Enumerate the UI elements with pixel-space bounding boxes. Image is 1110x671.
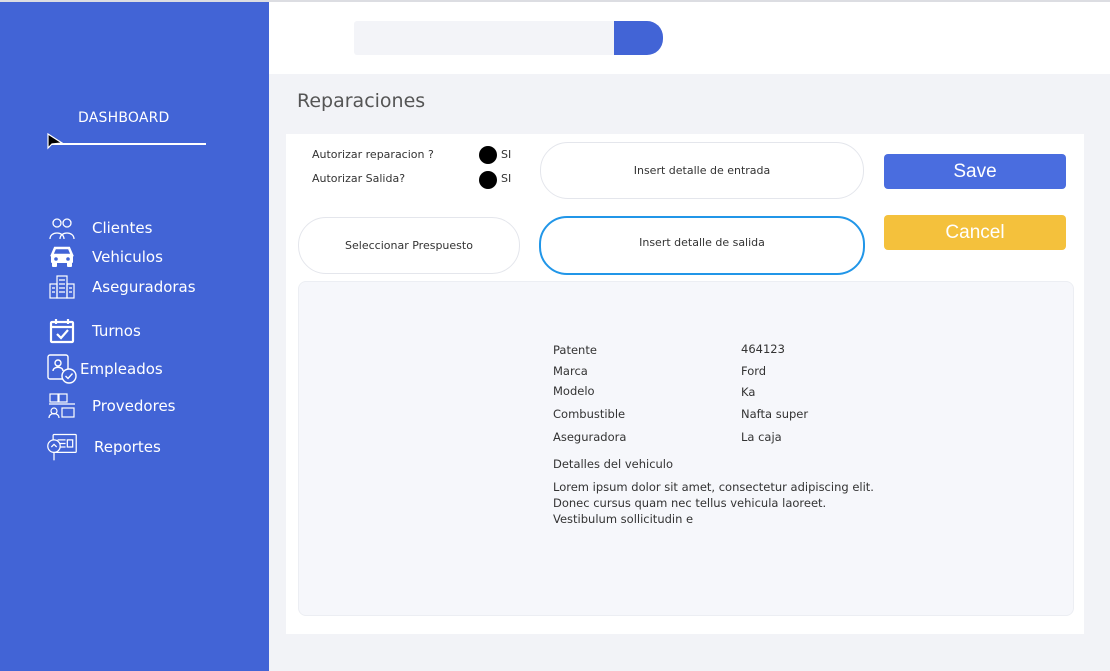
- clients-icon: [46, 212, 78, 244]
- aseguradora-label: Aseguradora: [553, 430, 627, 444]
- detalles-vehiculo-text: Lorem ipsum dolor sit amet, consectetur …: [553, 480, 874, 526]
- detalle-salida-placeholder: Insert detalle de salida: [639, 236, 765, 249]
- cancel-button[interactable]: Cancel: [884, 215, 1066, 250]
- modelo-value: Ka: [741, 385, 756, 399]
- detalle-entrada-placeholder: Insert detalle de entrada: [633, 164, 771, 177]
- employee-badge-icon: [46, 353, 78, 385]
- sidebar-item-reportes[interactable]: Reportes: [46, 431, 161, 463]
- sidebar-item-label: Aseguradoras: [92, 278, 196, 296]
- combustible-label: Combustible: [553, 407, 626, 421]
- calendar-check-icon: [46, 315, 78, 347]
- sidebar-item-turnos[interactable]: Turnos: [46, 315, 141, 347]
- car-icon: [46, 241, 78, 273]
- sidebar-item-empleados[interactable]: Empleados: [46, 353, 163, 385]
- marca-value: Ford: [741, 364, 767, 378]
- search-button[interactable]: [614, 21, 663, 55]
- detalle-entrada-input[interactable]: Insert detalle de entrada: [540, 142, 864, 199]
- autorizar-reparacion-si-label: SI: [501, 148, 512, 161]
- sidebar-item-label: Clientes: [92, 219, 153, 237]
- sidebar-item-label: Vehiculos: [92, 248, 163, 266]
- page-title: Reparaciones: [297, 90, 426, 112]
- autorizar-salida-si-label: SI: [501, 172, 512, 185]
- autorizar-reparacion-label: Autorizar reparacion ?: [312, 148, 434, 161]
- sidebar-item-label: Empleados: [80, 360, 163, 378]
- sidebar-item-label: Turnos: [92, 322, 141, 340]
- top-bar: [269, 2, 1110, 74]
- search-input[interactable]: [354, 21, 616, 55]
- sidebar-item-label: Provedores: [92, 397, 176, 415]
- aseguradora-value: La caja: [741, 430, 782, 444]
- detalle-salida-input[interactable]: Insert detalle de salida: [539, 216, 865, 275]
- supplier-truck-icon: [46, 390, 78, 422]
- sidebar-item-provedores[interactable]: Provedores: [46, 390, 175, 422]
- combustible-value: Nafta super: [741, 407, 809, 421]
- dashboard-underline: [50, 143, 206, 145]
- dashboard-title: DASHBOARD: [78, 110, 170, 126]
- sidebar-item-aseguradoras[interactable]: Aseguradoras: [46, 271, 196, 303]
- mouse-cursor-icon: [47, 132, 64, 150]
- sidebar-item-vehiculos[interactable]: Vehiculos: [46, 241, 163, 273]
- marca-label: Marca: [553, 364, 588, 378]
- autorizar-salida-toggle[interactable]: [479, 171, 497, 189]
- patente-value: 464123: [741, 342, 785, 356]
- sidebar-item-label: Reportes: [94, 438, 161, 456]
- seleccionar-presupuesto-label: Seleccionar Prespuesto: [345, 239, 473, 252]
- building-icon: [46, 271, 78, 303]
- report-search-icon: [46, 431, 78, 463]
- sidebar-item-clientes[interactable]: Clientes: [46, 212, 152, 244]
- detalles-vehiculo-label: Detalles del vehiculo: [553, 457, 674, 471]
- save-button[interactable]: Save: [884, 154, 1066, 189]
- autorizar-salida-label: Autorizar Salida?: [312, 172, 406, 185]
- modelo-label: Modelo: [553, 384, 595, 398]
- autorizar-reparacion-toggle[interactable]: [479, 146, 497, 164]
- patente-label: Patente: [553, 343, 597, 357]
- vehicle-details-panel: [298, 281, 1074, 616]
- seleccionar-presupuesto-button[interactable]: Seleccionar Prespuesto: [298, 217, 520, 274]
